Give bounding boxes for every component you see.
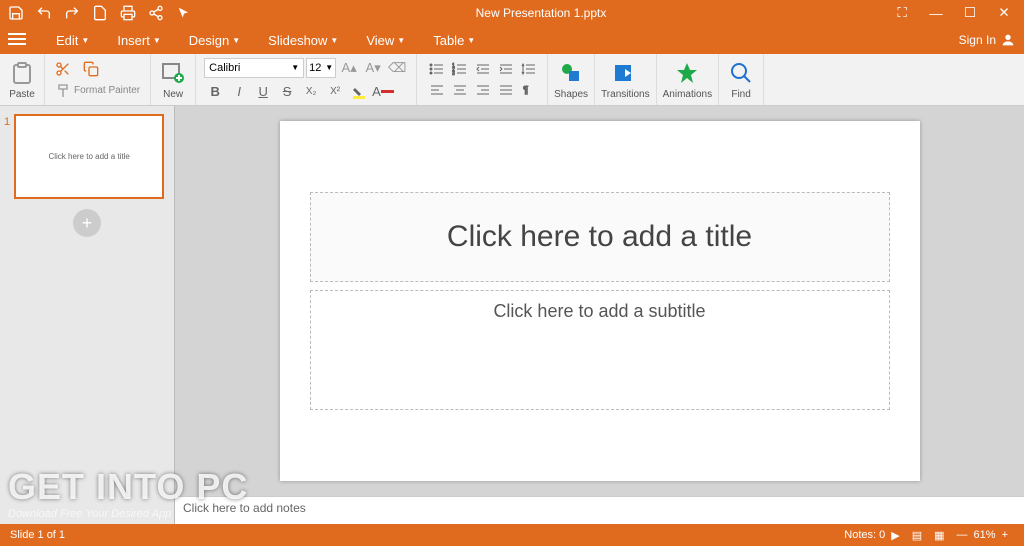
strikethrough-button[interactable]: S [276, 82, 298, 102]
zoom-level: 61% [974, 529, 996, 541]
menu-slideshow[interactable]: Slideshow▼ [254, 26, 352, 54]
numbering-icon[interactable]: 123 [448, 59, 470, 79]
shapes-button[interactable] [555, 59, 587, 87]
outdent-icon[interactable] [471, 59, 493, 79]
view-normal-icon[interactable]: ▤ [906, 529, 928, 542]
font-selector[interactable]: Calibri▼ [204, 58, 304, 78]
subtitle-placeholder[interactable]: Click here to add a subtitle [310, 290, 890, 410]
play-icon[interactable]: ▶ [885, 529, 905, 542]
maximize-icon[interactable]: ☐ [954, 1, 986, 25]
slide-panel: 1 Click here to add a title + [0, 106, 175, 524]
new-label: New [163, 89, 183, 100]
menu-insert[interactable]: Insert▼ [103, 26, 174, 54]
justify-icon[interactable] [494, 80, 516, 100]
slide-canvas[interactable]: Click here to add a title Click here to … [280, 121, 920, 481]
line-spacing-icon[interactable] [517, 59, 539, 79]
find-button[interactable] [725, 59, 757, 87]
hamburger-icon[interactable] [8, 32, 26, 49]
subscript-button[interactable]: X₂ [300, 82, 322, 102]
align-right-icon[interactable] [471, 80, 493, 100]
copy-icon[interactable] [79, 59, 103, 79]
shapes-label: Shapes [554, 89, 588, 100]
print-icon[interactable] [116, 1, 140, 25]
save-icon[interactable] [4, 1, 28, 25]
close-icon[interactable]: ✕ [988, 1, 1020, 25]
title-placeholder[interactable]: Click here to add a title [310, 192, 890, 282]
svg-text:¶: ¶ [523, 85, 528, 96]
view-outline-icon[interactable]: ▦ [928, 529, 950, 542]
animations-button[interactable] [671, 59, 703, 87]
fullscreen-icon[interactable]: ⛶ [886, 1, 918, 25]
font-size-selector[interactable]: 12▼ [306, 58, 336, 78]
transitions-label: Transitions [601, 89, 650, 100]
transitions-button[interactable] [609, 59, 641, 87]
find-label: Find [731, 89, 750, 100]
zoom-in-button[interactable]: + [996, 529, 1014, 541]
document-title: New Presentation 1.pptx [196, 6, 886, 20]
pointer-icon[interactable] [172, 1, 196, 25]
menu-table[interactable]: Table▼ [419, 26, 489, 54]
new-file-icon[interactable] [88, 1, 112, 25]
highlight-button[interactable] [348, 82, 370, 102]
clear-format-icon[interactable]: ⌫ [386, 58, 408, 78]
decrease-font-icon[interactable]: A▾ [362, 58, 384, 78]
align-left-icon[interactable] [425, 80, 447, 100]
notes-area[interactable]: Click here to add notes [175, 496, 1024, 524]
svg-text:1: 1 [452, 63, 455, 69]
paste-label: Paste [9, 89, 35, 100]
cut-icon[interactable] [51, 59, 75, 79]
bullets-icon[interactable] [425, 59, 447, 79]
svg-text:2: 2 [452, 67, 455, 73]
align-center-icon[interactable] [448, 80, 470, 100]
underline-button[interactable]: U [252, 82, 274, 102]
format-painter-button[interactable]: Format Painter [51, 81, 144, 101]
new-slide-button[interactable] [157, 59, 189, 87]
increase-font-icon[interactable]: A▴ [338, 58, 360, 78]
thumb-number: 1 [4, 114, 10, 199]
slide-count: Slide 1 of 1 [10, 529, 65, 541]
menu-edit[interactable]: Edit▼ [42, 26, 103, 54]
indent-icon[interactable] [494, 59, 516, 79]
superscript-button[interactable]: X² [324, 82, 346, 102]
bold-button[interactable]: B [204, 82, 226, 102]
text-direction-icon[interactable]: ¶ [517, 80, 539, 100]
notes-count: Notes: 0 [844, 529, 885, 541]
sign-in-button[interactable]: Sign In [959, 32, 1016, 48]
paste-button[interactable] [6, 59, 38, 87]
zoom-out-button[interactable]: — [951, 529, 974, 541]
redo-icon[interactable] [60, 1, 84, 25]
add-slide-button[interactable]: + [73, 209, 101, 237]
menu-view[interactable]: View▼ [352, 26, 419, 54]
svg-text:3: 3 [452, 71, 455, 76]
font-color-button[interactable]: A [372, 82, 394, 102]
undo-icon[interactable] [32, 1, 56, 25]
share-icon[interactable] [144, 1, 168, 25]
menu-design[interactable]: Design▼ [175, 26, 254, 54]
italic-button[interactable]: I [228, 82, 250, 102]
minimize-icon[interactable]: — [920, 1, 952, 25]
slide-thumbnail[interactable]: 1 Click here to add a title [4, 114, 170, 199]
animations-label: Animations [663, 89, 712, 100]
